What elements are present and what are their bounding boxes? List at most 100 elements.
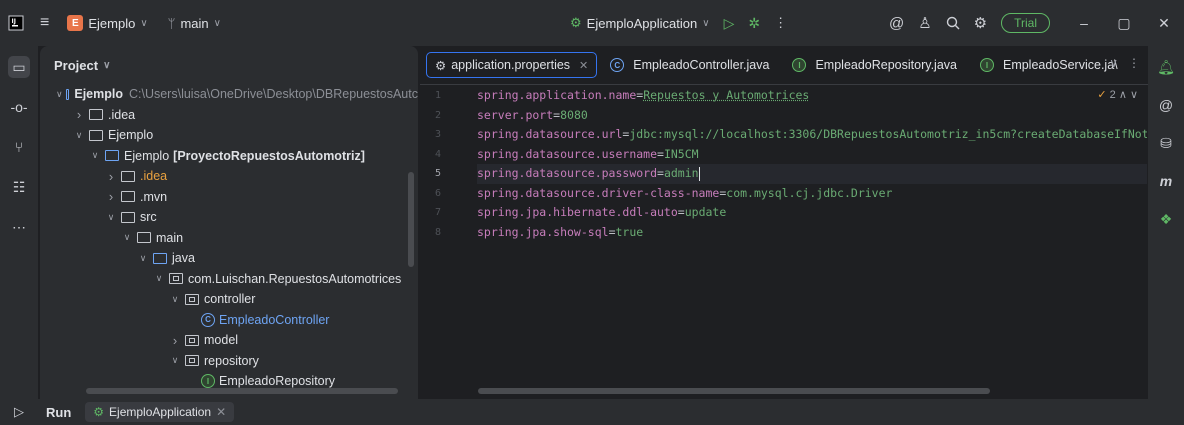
search-icon[interactable] [946, 16, 960, 30]
run-tool-label: Run [46, 404, 72, 420]
prev-problem-icon[interactable]: ∧ [1119, 89, 1127, 101]
app-logo-icon[interactable]: IJ [8, 15, 24, 31]
branch-selector[interactable]: ᛘ main ∨ [168, 16, 221, 31]
code-with-me-icon[interactable]: ♙ [918, 14, 931, 32]
editor-tab[interactable]: C EmpleadoController.java [597, 46, 779, 84]
chevron-right-icon[interactable]: › [168, 333, 182, 348]
tree-horizontal-scrollbar[interactable] [86, 388, 398, 394]
code-line[interactable]: spring.jpa.hibernate.ddl-auto=update [477, 203, 1147, 223]
main-menu-icon[interactable]: ≡ [40, 14, 49, 32]
property-value: update [684, 205, 727, 219]
branch-name: main [180, 15, 209, 31]
tab-list-chevron-icon[interactable]: ∨ [1109, 56, 1118, 70]
more-actions-icon[interactable]: ⋮ [774, 15, 787, 31]
interface-icon: I [792, 58, 807, 72]
property-value: admin [663, 166, 699, 180]
editor-horizontal-scrollbar[interactable] [478, 388, 990, 394]
tabs-actions: ∨ ⋮ [1109, 56, 1140, 70]
tree-vertical-scrollbar[interactable] [408, 172, 414, 267]
project-badge: E [67, 15, 84, 31]
next-problem-icon[interactable]: ∨ [1130, 89, 1138, 101]
run-tool-icon[interactable]: ▷ [0, 404, 38, 420]
tree-item[interactable]: ∨ src [40, 207, 418, 228]
pull-requests-icon[interactable]: ⑂ [8, 136, 30, 158]
tree-item[interactable]: ∨ controller [40, 289, 418, 310]
code-line[interactable]: spring.datasource.driver-class-name=com.… [477, 184, 1147, 204]
gradle-icon[interactable]: ❖ [1155, 208, 1177, 230]
project-selector[interactable]: E Ejemplo ∨ [67, 15, 148, 31]
tree-item[interactable]: › model [40, 330, 418, 351]
code-line[interactable]: spring.datasource.password=admin [477, 164, 1147, 184]
notifications-icon[interactable]: 🔔︎ [1155, 56, 1177, 78]
tree-item[interactable]: ∨ com.Luischan.RepuestosAutomotrices [40, 269, 418, 290]
project-tool-icon[interactable]: ▭ [8, 56, 30, 78]
maximize-icon[interactable]: ▢ [1104, 15, 1144, 32]
property-key: spring.application.name [477, 88, 637, 102]
folder-icon [89, 129, 103, 141]
minimize-icon[interactable]: – [1064, 15, 1104, 31]
chevron-right-icon[interactable]: › [104, 169, 118, 184]
interface-icon: I [201, 374, 215, 389]
chevron-down-icon[interactable]: ∨ [168, 294, 182, 305]
tree-item[interactable]: ∨ java [40, 248, 418, 269]
chevron-down-icon[interactable]: ∨ [56, 89, 63, 100]
editor-tab[interactable]: ⚙ application.properties ✕ [426, 52, 598, 78]
debug-icon[interactable]: ✲ [748, 15, 760, 32]
tree-item[interactable]: ∨ Ejemplo C:\Users\luisa\OneDrive\Desktop\… [40, 84, 418, 105]
tree-item[interactable]: ∨ main [40, 228, 418, 249]
tree-item-label: controller [204, 292, 256, 307]
run-icon[interactable]: ▷ [724, 15, 735, 32]
database-icon[interactable]: ⛁ [1155, 132, 1177, 154]
chevron-down-icon[interactable]: ∨ [72, 130, 86, 141]
tree-item-label: main [156, 230, 184, 245]
tree-item-label: Ejemplo [124, 148, 170, 163]
tree-item-label: model [204, 333, 239, 348]
chevron-down-icon[interactable]: ∨ [88, 150, 102, 161]
chevron-down-icon[interactable]: ∨ [104, 212, 118, 223]
tree-item[interactable]: › .idea [40, 166, 418, 187]
ai-assistant-icon[interactable]: @ [889, 15, 904, 32]
run-config-selector[interactable]: ⚙ EjemploApplication ∨ [570, 15, 710, 31]
tree-item-label: Ejemplo [108, 128, 154, 143]
more-tools-icon[interactable]: ⋯ [8, 216, 30, 238]
equals-sign: = [657, 166, 664, 180]
chevron-down-icon[interactable]: ∨ [168, 355, 182, 366]
chevron-right-icon[interactable]: › [72, 107, 86, 122]
code-line[interactable]: spring.application.name=Repuestos y Auto… [477, 86, 1147, 106]
commit-tool-icon[interactable]: -o- [8, 96, 30, 118]
package-icon [185, 293, 199, 305]
tree-item[interactable]: › .idea [40, 105, 418, 126]
editor-tab[interactable]: I EmpleadoRepository.java [779, 46, 967, 84]
trial-badge[interactable]: Trial [1001, 13, 1050, 33]
tree-item[interactable]: C EmpleadoController [40, 310, 418, 331]
chevron-down-icon[interactable]: ∨ [120, 232, 134, 243]
close-icon[interactable]: ✕ [1144, 15, 1184, 32]
ai-chat-icon[interactable]: @ [1155, 94, 1177, 116]
settings-icon[interactable]: ⚙ [974, 14, 987, 32]
chevron-down-icon[interactable]: ∨ [136, 253, 150, 264]
editor-tab[interactable]: I EmpleadoService.ja\ [967, 46, 1128, 84]
run-tab-label: EjemploApplication [109, 405, 212, 419]
tree-item[interactable]: › .mvn [40, 187, 418, 208]
code-line[interactable]: spring.datasource.username=IN5CM [477, 145, 1147, 165]
code-line[interactable]: spring.jpa.show-sql=true [477, 223, 1147, 243]
project-panel-header[interactable]: Project ∨ [40, 46, 418, 84]
tab-more-icon[interactable]: ⋮ [1128, 56, 1140, 70]
close-icon[interactable]: ✕ [579, 59, 588, 72]
tree-item[interactable]: ∨ Ejemplo [ProyectoRepuestosAutomotriz] [40, 146, 418, 167]
code-line[interactable]: server.port=8080 [477, 106, 1147, 126]
inspection-widget[interactable]: ✓ 2 ∧ ∨ [1097, 88, 1138, 101]
editor-tab-label: EmpleadoService.ja\ [1002, 58, 1118, 72]
tree-item[interactable]: ∨ repository [40, 351, 418, 372]
editor-tabs: ⚙ application.properties ✕ C EmpleadoControl… [420, 46, 1148, 85]
line-number: 2 [435, 109, 442, 121]
code-view[interactable]: spring.application.name = Repuestos y Auto… [477, 86, 1147, 242]
run-tab[interactable]: ⚙ EjemploApplication ✕ [85, 402, 235, 422]
tree-item[interactable]: ∨ Ejemplo [40, 125, 418, 146]
chevron-down-icon[interactable]: ∨ [152, 273, 166, 284]
maven-icon[interactable]: m [1155, 170, 1177, 192]
code-line[interactable]: spring.datasource.url=jdbc:mysql://local… [477, 125, 1147, 145]
structure-tool-icon[interactable]: ☷ [8, 176, 30, 198]
chevron-right-icon[interactable]: › [104, 189, 118, 204]
close-icon[interactable]: ✕ [216, 405, 226, 419]
